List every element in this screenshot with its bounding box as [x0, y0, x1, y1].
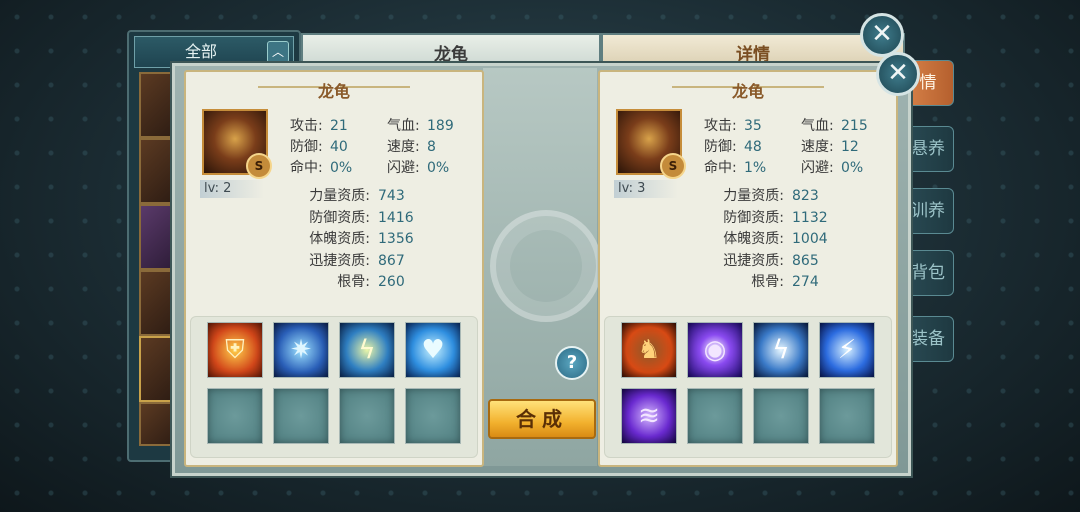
shield-fire-icon[interactable]: ⛨ [207, 322, 263, 378]
pet-name: 龙龟 [731, 82, 764, 101]
rank-badge: S [246, 153, 272, 179]
aptitude-value: 1416 [378, 209, 414, 226]
skill-grid: ♞ ◉ ϟ ⚡ ≋ [604, 316, 892, 458]
aptitude-stats: 力量资质: 823 防御资质: 1132 体魄资质: 1004 迅捷资质: 865 根骨… [700, 186, 828, 294]
stat-value: 0% [427, 160, 450, 176]
stat-value: 40 [330, 139, 348, 155]
aptitude-label: 根骨: [751, 274, 784, 291]
aptitude-label: 迅捷资质: [309, 252, 370, 269]
ice-shard-icon[interactable]: ✷ [273, 322, 329, 378]
aptitude-label: 防御资质: [309, 209, 370, 226]
stat-value: 0% [841, 160, 864, 176]
stat-value: 21 [330, 118, 348, 134]
stat-value: 35 [744, 118, 762, 134]
level-label: lv: 3 [614, 180, 678, 198]
empty-skill-slot[interactable] [339, 388, 395, 444]
aptitude-value: 260 [378, 274, 405, 291]
stat-label: 攻击: [704, 118, 737, 134]
aptitude-value: 1004 [792, 231, 828, 248]
aptitude-value: 743 [378, 188, 405, 204]
aptitude-label: 体魄资质: [309, 231, 370, 248]
stat-label: 防御: [290, 139, 323, 155]
aptitude-label: 力量资质: [723, 188, 784, 204]
aptitude-value: 823 [792, 188, 819, 204]
filter-label: 全部 [185, 42, 218, 61]
pet-card-left: 龙龟 S lv: 2 攻击: 21 气血: 189 防御: 40 速度: 8 命中: 0% 闪避… [184, 70, 484, 467]
stat-label: 命中: [704, 160, 737, 176]
chevron-up-icon[interactable]: ︿ [267, 41, 289, 63]
empty-skill-slot[interactable] [405, 388, 461, 444]
aptitude-label: 防御资质: [723, 209, 784, 226]
stat-value: 48 [744, 139, 762, 155]
thunder-storm-icon[interactable]: ϟ [753, 322, 809, 378]
combat-stats: 攻击: 21 气血: 189 防御: 40 速度: 8 命中: 0% 闪避: 0% [290, 116, 484, 179]
aptitude-label: 体魄资质: [723, 231, 784, 248]
aptitude-label: 力量资质: [309, 188, 370, 204]
pet-name: 龙龟 [317, 82, 350, 101]
stat-value: 8 [427, 139, 436, 155]
aptitude-label: 根骨: [337, 274, 370, 291]
stat-value: 1% [744, 160, 767, 176]
close-back-button[interactable]: ✕ [860, 13, 904, 57]
beast-roar-icon[interactable]: ♞ [621, 322, 677, 378]
aptitude-value: 274 [792, 274, 819, 291]
pet-portrait[interactable]: S [616, 109, 686, 179]
stat-value: 215 [841, 118, 868, 134]
stat-label: 防御: [704, 139, 737, 155]
stat-label: 速度: [387, 139, 420, 155]
empty-skill-slot[interactable] [273, 388, 329, 444]
aptitude-value: 1356 [378, 231, 414, 248]
aptitude-stats: 力量资质: 743 防御资质: 1416 体魄资质: 1356 迅捷资质: 867 根骨… [286, 186, 414, 294]
level-label: lv: 2 [200, 180, 264, 198]
stat-value: 189 [427, 118, 454, 134]
close-dialog-button[interactable]: ✕ [876, 52, 920, 96]
stat-label: 闪避: [801, 160, 834, 176]
lightning-bolt-icon[interactable]: ⚡ [819, 322, 875, 378]
combat-stats: 攻击: 35 气血: 215 防御: 48 速度: 12 命中: 1% 闪避: 0% [704, 116, 898, 179]
help-button[interactable]: ? [555, 346, 589, 380]
aptitude-value: 865 [792, 252, 819, 269]
aptitude-label: 迅捷资质: [723, 252, 784, 269]
stat-label: 命中: [290, 160, 323, 176]
stat-label: 气血: [387, 118, 420, 134]
dragon-emblem-icon [490, 210, 602, 322]
arcane-orb-icon[interactable]: ◉ [687, 322, 743, 378]
aptitude-value: 1132 [792, 209, 828, 226]
empty-skill-slot[interactable] [753, 388, 809, 444]
merge-button[interactable]: 合成 [488, 399, 596, 439]
stat-label: 速度: [801, 139, 834, 155]
skill-grid: ⛨ ✷ ϟ ♥ [190, 316, 478, 458]
pet-card-right: 龙龟 S lv: 3 攻击: 35 气血: 215 防御: 48 速度: 12 命中: 1% 闪… [598, 70, 898, 467]
stat-value: 12 [841, 139, 859, 155]
empty-skill-slot[interactable] [207, 388, 263, 444]
water-orb-icon[interactable]: ♥ [405, 322, 461, 378]
purple-tornado-icon[interactable]: ≋ [621, 388, 677, 444]
stat-label: 气血: [801, 118, 834, 134]
stat-label: 闪避: [387, 160, 420, 176]
lightning-slash-icon[interactable]: ϟ [339, 322, 395, 378]
stat-value: 0% [330, 160, 353, 176]
stat-label: 攻击: [290, 118, 323, 134]
aptitude-value: 867 [378, 252, 405, 269]
empty-skill-slot[interactable] [687, 388, 743, 444]
rank-badge: S [660, 153, 686, 179]
empty-skill-slot[interactable] [819, 388, 875, 444]
pet-portrait[interactable]: S [202, 109, 272, 179]
